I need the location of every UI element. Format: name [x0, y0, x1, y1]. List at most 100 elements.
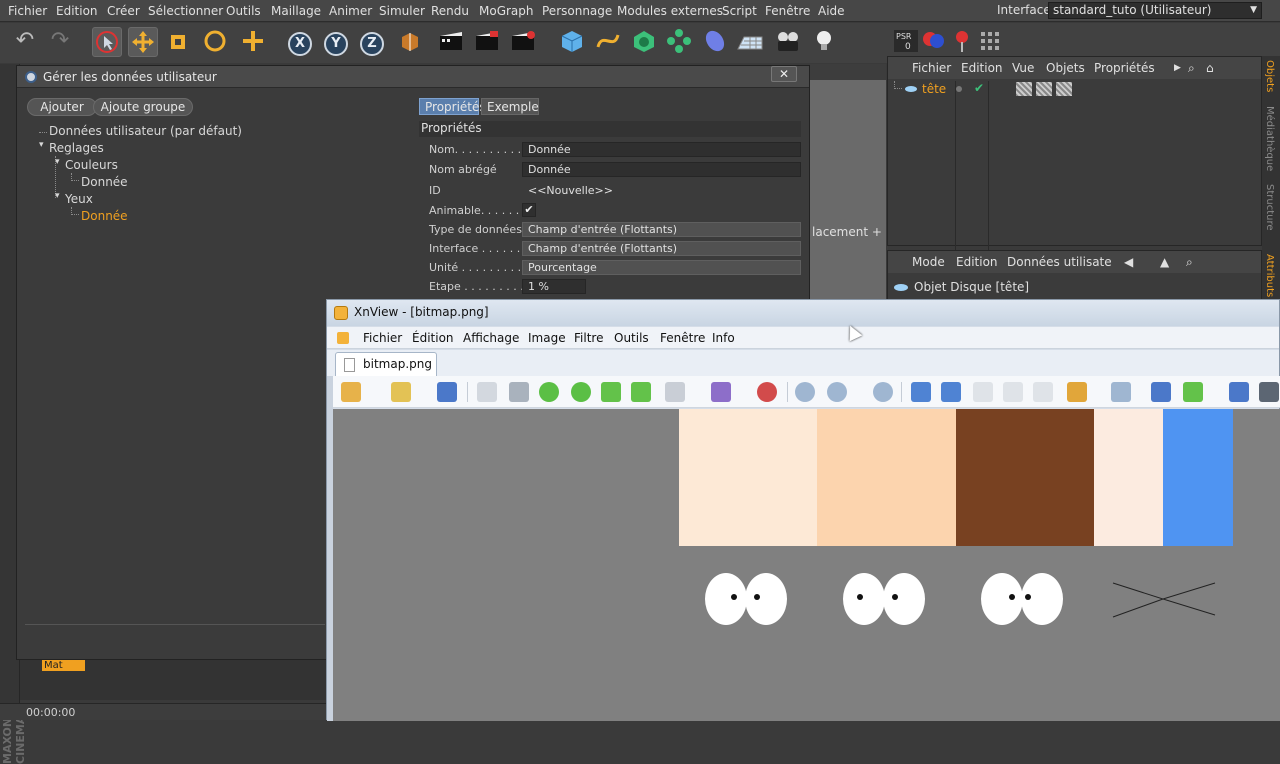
name-field[interactable]: Donnée — [522, 142, 801, 157]
psr-icon[interactable]: PSR 0 — [893, 27, 919, 57]
menu-aide[interactable]: Aide — [818, 4, 845, 18]
add-tool-icon[interactable] — [239, 27, 269, 57]
menu-maillage[interactable]: Maillage — [271, 4, 321, 18]
menu-animer[interactable]: Animer — [329, 4, 372, 18]
transform-icon[interactable] — [665, 382, 685, 402]
data-type-dropdown[interactable]: Champ d'entrée (Flottants) — [522, 222, 801, 237]
export-icon[interactable] — [1183, 382, 1203, 402]
add-group-button[interactable]: Ajoute groupe — [93, 98, 193, 116]
xnmenu-fenetre[interactable]: Fenêtre — [660, 331, 705, 345]
visibility-dot-icon[interactable] — [956, 86, 962, 92]
attrmenu-mode[interactable]: Mode — [912, 255, 945, 269]
menu-personnage[interactable]: Personnage — [542, 4, 612, 18]
render-view-icon[interactable] — [437, 27, 467, 57]
tag-icon[interactable] — [1036, 82, 1052, 96]
zoom-in-icon[interactable] — [795, 382, 815, 402]
flip-horizontal-icon[interactable] — [631, 382, 651, 402]
z-axis-lock-icon[interactable]: Z — [360, 32, 384, 56]
rotate-right-icon[interactable] — [571, 382, 591, 402]
flip-vertical-icon[interactable] — [601, 382, 621, 402]
floor-icon[interactable] — [736, 27, 766, 57]
page-icon[interactable] — [1033, 382, 1053, 402]
adjust-colors-icon[interactable] — [711, 382, 731, 402]
expand-icon[interactable]: ▾ — [39, 140, 44, 150]
objmenu-vue[interactable]: Vue — [1012, 61, 1034, 75]
objmenu-fichier[interactable]: Fichier — [912, 61, 951, 75]
pin-icon[interactable] — [949, 27, 975, 57]
camera-icon[interactable] — [774, 27, 804, 57]
xnmenu-affichage[interactable]: Affichage — [463, 331, 519, 345]
menu-modules-externes[interactable]: Modules externes — [617, 4, 723, 18]
dialog-titlebar[interactable]: Gérer les données utilisateur ✕ — [17, 66, 809, 88]
tag-icon[interactable] — [1056, 82, 1072, 96]
interface-dropdown[interactable]: Champ d'entrée (Flottants) — [522, 241, 801, 256]
up-arrow-icon[interactable]: ▲ — [1160, 255, 1169, 269]
menu-rendu[interactable]: Rendu — [431, 4, 469, 18]
tab-exemple[interactable]: Exemple — [481, 98, 539, 115]
menu-fenetre[interactable]: Fenêtre — [765, 4, 810, 18]
tree-node-reglages[interactable]: Reglages — [49, 141, 104, 155]
redo-icon[interactable]: ↷ — [45, 27, 75, 57]
tab-objets[interactable]: Objets — [1264, 60, 1275, 92]
menu-edition[interactable]: Edition — [56, 4, 98, 18]
search-icon[interactable]: ⌕ — [1188, 61, 1195, 76]
xnview-menu-icon[interactable] — [337, 332, 349, 344]
grid-dots-icon[interactable] — [977, 27, 1003, 57]
array-icon[interactable] — [665, 27, 695, 57]
image-canvas[interactable] — [333, 409, 1280, 721]
find-icon[interactable] — [1229, 382, 1249, 402]
rotate-tool-icon[interactable] — [201, 27, 231, 57]
tree-node-couleurs-donnee[interactable]: Donnée — [81, 175, 128, 189]
add-button[interactable]: Ajouter — [27, 98, 97, 116]
first-icon[interactable] — [973, 382, 993, 402]
nurbs-icon[interactable] — [630, 27, 660, 57]
objmenu-proprietes[interactable]: Propriétés — [1094, 61, 1155, 75]
animable-checkbox[interactable]: ✔ — [522, 203, 536, 217]
crop-icon[interactable] — [509, 382, 529, 402]
enabled-check-icon[interactable]: ✔ — [974, 81, 984, 95]
home-icon[interactable]: ⌂ — [1206, 61, 1214, 75]
search-icon[interactable]: ⌕ — [1186, 255, 1193, 270]
render-picture-viewer-icon[interactable] — [473, 27, 503, 57]
menu-simuler[interactable]: Simuler — [379, 4, 425, 18]
slideshow-icon[interactable] — [1067, 382, 1087, 402]
tab-structure[interactable]: Structure — [1264, 184, 1275, 231]
zoom-icon[interactable] — [827, 382, 847, 402]
viewport[interactable] — [810, 64, 886, 300]
menu-script[interactable]: Script — [722, 4, 757, 18]
objmenu-objets[interactable]: Objets — [1046, 61, 1085, 75]
undo-icon[interactable] — [477, 382, 497, 402]
close-button[interactable]: ✕ — [771, 66, 797, 82]
browser-icon[interactable] — [341, 382, 361, 402]
move-tool-icon[interactable] — [128, 27, 158, 57]
tree-node-couleurs[interactable]: Couleurs — [65, 158, 118, 172]
zoom-out-icon[interactable] — [873, 382, 893, 402]
fullscreen-icon[interactable] — [1151, 382, 1171, 402]
tab-attributs[interactable]: Attributs — [1264, 254, 1275, 297]
print-icon[interactable] — [1259, 382, 1279, 402]
menu-mograph[interactable]: MoGraph — [479, 4, 534, 18]
attrmenu-edition[interactable]: Edition — [956, 255, 998, 269]
render-settings-icon[interactable] — [509, 27, 539, 57]
menu-selectionner[interactable]: Sélectionner — [148, 4, 223, 18]
xnmenu-info[interactable]: Info — [712, 331, 735, 345]
object-row[interactable]: tête ✔ — [888, 81, 1261, 251]
xnmenu-outils[interactable]: Outils — [614, 331, 649, 345]
interface-select[interactable]: standard_tuto (Utilisateur) ▼ — [1048, 2, 1262, 19]
tree-node-root[interactable]: Données utilisateur (par défaut) — [49, 124, 242, 138]
menu-outils[interactable]: Outils — [226, 4, 261, 18]
expand-icon[interactable]: ▾ — [55, 191, 60, 201]
step-field[interactable]: 1 % — [522, 279, 586, 294]
menu-fichier[interactable]: Fichier — [8, 4, 47, 18]
xnview-titlebar[interactable]: XnView - [bitmap.png] — [327, 300, 1279, 326]
tree-node-yeux[interactable]: Yeux — [65, 192, 93, 206]
tab-proprietes[interactable]: Propriétés — [419, 98, 486, 115]
objmenu-edition[interactable]: Edition — [961, 61, 1003, 75]
save-icon[interactable] — [437, 382, 457, 402]
xnmenu-filtre[interactable]: Filtre — [574, 331, 603, 345]
expand-arrow-icon[interactable]: ▶ — [1174, 63, 1181, 73]
x-axis-lock-icon[interactable]: X — [288, 32, 312, 56]
tree-node-yeux-donnee[interactable]: Donnée — [81, 209, 128, 223]
coordinate-system-icon[interactable] — [396, 27, 426, 57]
live-selection-tool-icon[interactable] — [92, 27, 122, 57]
